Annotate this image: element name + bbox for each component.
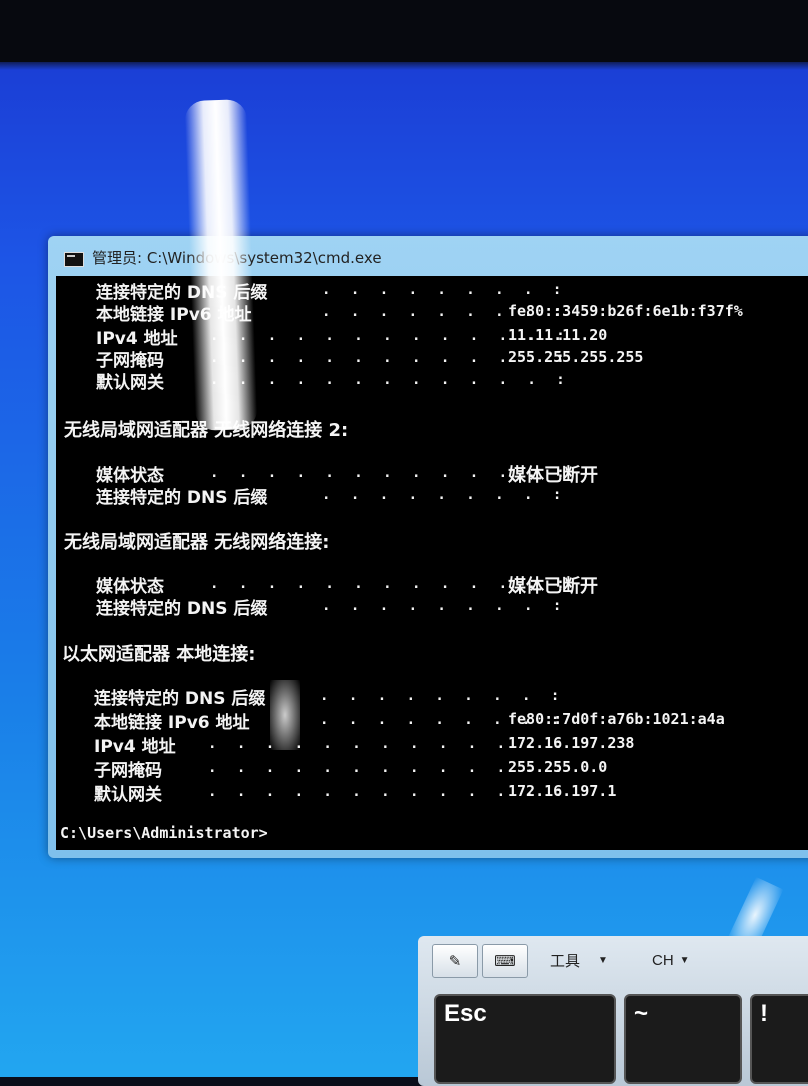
chevron-down-icon: ▼	[679, 954, 690, 966]
keyboard-icon[interactable]: ⌨	[482, 944, 528, 978]
row-value: 255.255.0.0	[508, 758, 608, 776]
screen-glare	[184, 99, 258, 431]
chevron-down-icon: ▼	[598, 954, 608, 966]
key-tilde[interactable]: ~	[624, 994, 742, 1084]
language-label: CH	[652, 951, 674, 969]
row-dots: . . . . . . . . :	[322, 598, 568, 614]
console-output[interactable]: 连接特定的 DNS 后缀 . . . . . . . . : 本地链接 IPv6…	[56, 276, 808, 850]
screen-glare	[270, 680, 300, 750]
row-label: 子网掩码	[94, 761, 162, 781]
cmd-icon	[64, 252, 84, 267]
row-value: 255.255.255.255	[508, 348, 644, 366]
row-dots: . . . . . . . . :	[322, 487, 568, 503]
on-screen-keyboard[interactable]: ✎ ⌨ 工具 ▼ CH ▼ Esc ~ !	[418, 936, 808, 1086]
adapter-header: 无线局域网适配器 无线网络连接:	[64, 532, 330, 553]
row-dots: . . . . . . . . . . . . :	[210, 372, 571, 388]
title-bar[interactable]: 管理员: C:\Windows\system32\cmd.exe	[48, 236, 808, 276]
row-value: 172.16.197.238	[508, 734, 635, 752]
tools-label: 工具	[550, 952, 581, 970]
row-value: fe80::3459:b26f:6e1b:f37f%	[508, 302, 743, 320]
cmd-window[interactable]: 管理员: C:\Windows\system32\cmd.exe 连接特定的 D…	[48, 236, 808, 858]
row-label: 连接特定的 DNS 后缀	[94, 689, 266, 709]
row-value: fe80::7d0f:a76b:1021:a4a	[508, 710, 725, 728]
row-label: IPv4 地址	[94, 737, 176, 757]
monitor-bezel	[0, 0, 808, 62]
handwriting-icon[interactable]: ✎	[432, 944, 478, 978]
row-label: 默认网关	[96, 373, 164, 393]
key-esc[interactable]: Esc	[434, 994, 616, 1084]
row-dots: . . . . . . . . :	[320, 688, 566, 704]
osk-toolbar: ✎ ⌨ 工具 ▼ CH ▼	[418, 936, 808, 984]
row-label: 默认网关	[94, 785, 162, 805]
key-exclamation[interactable]: !	[750, 994, 808, 1084]
row-value: 172.16.197.1	[508, 782, 617, 800]
row-label: 连接特定的 DNS 后缀	[96, 488, 268, 508]
command-prompt[interactable]: C:\Users\Administrator>	[60, 824, 268, 842]
row-label: 本地链接 IPv6 地址	[94, 713, 250, 733]
row-value: 11.11.11.20	[508, 326, 608, 344]
row-dots: . . . . . . . . :	[322, 282, 568, 298]
adapter-header: 以太网适配器 本地连接:	[62, 644, 256, 665]
language-menu[interactable]: CH ▼	[652, 944, 690, 976]
row-value: 媒体已断开	[508, 465, 598, 486]
tools-menu[interactable]: 工具 ▼	[550, 944, 608, 976]
row-value: 媒体已断开	[508, 576, 598, 597]
row-label: 连接特定的 DNS 后缀	[96, 599, 268, 619]
